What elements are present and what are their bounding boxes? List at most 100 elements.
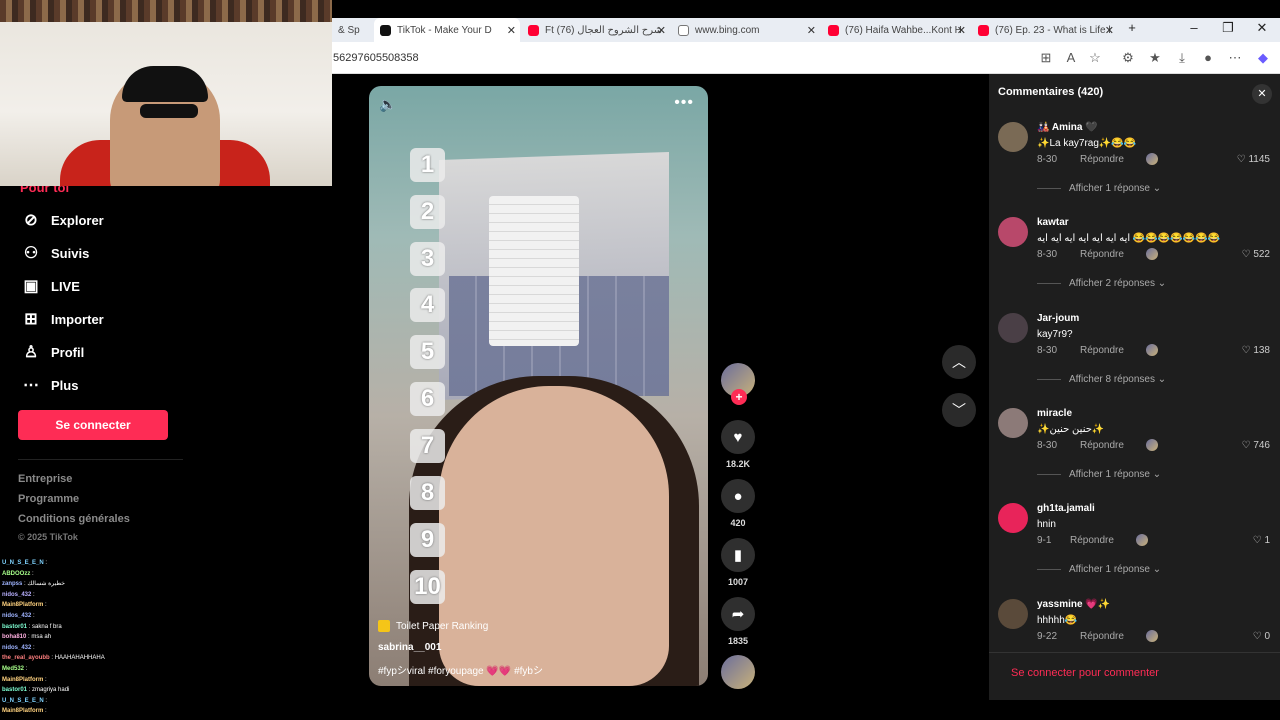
heart-outline-icon[interactable]: ♡ bbox=[1242, 440, 1254, 451]
previous-video-button[interactable]: ︿ bbox=[942, 345, 976, 379]
new-tab-icon[interactable]: + bbox=[1122, 20, 1142, 35]
favorite-star-icon[interactable]: ☆ bbox=[1087, 50, 1103, 66]
comment-avatar[interactable] bbox=[998, 313, 1028, 343]
browser-tab[interactable]: (76) Ep. 23 - What is Life l ✕ bbox=[972, 18, 1118, 42]
view-replies-button[interactable]: Afficher 8 réponses ⌄ bbox=[1037, 374, 1166, 385]
view-replies-button[interactable]: Afficher 1 réponse ⌄ bbox=[1037, 183, 1161, 194]
volume-icon[interactable]: 🔈 bbox=[379, 96, 396, 113]
browser-tab[interactable]: Ft شرح الشروح العجال (76) ✕ bbox=[522, 18, 670, 42]
close-tab-icon[interactable]: ✕ bbox=[807, 24, 816, 37]
next-video-button[interactable]: ﹀ bbox=[942, 393, 976, 427]
url-field[interactable]: 56297605508358 bbox=[333, 52, 419, 64]
comment-username[interactable]: kawtar bbox=[1037, 217, 1069, 228]
restore-icon[interactable]: ❐ bbox=[1218, 20, 1238, 36]
minimize-icon[interactable]: – bbox=[1184, 20, 1204, 35]
comment-username[interactable]: miracle bbox=[1037, 408, 1072, 419]
sidebar-item-explorer[interactable]: ⊘ Explorer bbox=[20, 210, 103, 230]
view-replies-button[interactable]: Afficher 2 réponses ⌄ bbox=[1037, 278, 1166, 289]
comment-like[interactable]: ♡ 522 bbox=[1242, 249, 1270, 260]
close-tab-icon[interactable]: ✕ bbox=[507, 24, 516, 37]
comment-avatar[interactable] bbox=[998, 599, 1028, 629]
heart-outline-icon[interactable]: ♡ bbox=[1242, 345, 1254, 356]
apps-icon[interactable]: ⊞ bbox=[1038, 50, 1054, 66]
view-replies-button[interactable]: Afficher 1 réponse ⌄ bbox=[1037, 469, 1161, 480]
download-icon[interactable]: ⤓ bbox=[1174, 50, 1190, 66]
read-aloud-icon[interactable]: A bbox=[1063, 50, 1079, 65]
browser-tab[interactable]: & Sp bbox=[332, 18, 374, 42]
footer-link-conditions[interactable]: Conditions générales bbox=[18, 513, 130, 525]
chat-line: Med532 : bbox=[2, 664, 132, 675]
video-effect-tag[interactable]: Toilet Paper Ranking bbox=[378, 620, 488, 632]
comment-like[interactable]: ♡ 1 bbox=[1253, 535, 1270, 546]
comment-like[interactable]: ♡ 746 bbox=[1242, 440, 1270, 451]
close-tab-icon[interactable]: ✕ bbox=[957, 24, 966, 37]
login-to-comment-link[interactable]: Se connecter pour commenter bbox=[1011, 667, 1159, 679]
copilot-icon[interactable]: ◆ bbox=[1255, 50, 1271, 66]
favorites-icon[interactable]: ★ bbox=[1147, 50, 1163, 66]
reply-button[interactable]: Répondre bbox=[1080, 440, 1124, 451]
chat-username: Main8Platform bbox=[2, 676, 44, 683]
sound-disc[interactable] bbox=[721, 655, 755, 689]
close-window-icon[interactable]: ✕ bbox=[1252, 20, 1272, 36]
comment-avatar[interactable] bbox=[998, 503, 1028, 533]
heart-outline-icon[interactable]: ♡ bbox=[1253, 631, 1265, 642]
extensions-icon[interactable]: ⚙ bbox=[1120, 50, 1136, 66]
view-replies-button[interactable]: Afficher 1 réponse ⌄ bbox=[1037, 564, 1161, 575]
video-player[interactable]: 1 2 3 4 5 6 7 8 9 10 🔈 ••• Toilet Paper Ranking s… bbox=[369, 86, 708, 686]
sidebar-item-profil[interactable]: ♙ Profil bbox=[20, 342, 84, 362]
close-icon[interactable]: ✕ bbox=[1252, 84, 1272, 104]
sidebar-item-importer[interactable]: ⊞ Importer bbox=[20, 309, 103, 329]
chat-username: nidos_432 bbox=[2, 591, 32, 598]
comment-like[interactable]: ♡ 1145 bbox=[1237, 154, 1270, 165]
save-action[interactable]: ▮ 1007 bbox=[721, 538, 755, 587]
login-button[interactable]: Se connecter bbox=[18, 410, 168, 440]
heart-outline-icon[interactable]: ♡ bbox=[1242, 249, 1254, 260]
more-options-icon[interactable]: ••• bbox=[674, 94, 694, 112]
like-action[interactable]: ♥ 18.2K bbox=[721, 420, 755, 469]
author-avatar-wrap[interactable]: + bbox=[721, 363, 755, 405]
comment-avatar[interactable] bbox=[998, 217, 1028, 247]
reply-button[interactable]: Répondre bbox=[1080, 154, 1124, 165]
footer-link-entreprise[interactable]: Entreprise bbox=[18, 473, 72, 485]
chat-message: sakna f bra bbox=[32, 623, 62, 630]
heart-outline-icon[interactable]: ♡ bbox=[1253, 535, 1265, 546]
comment-username[interactable]: 🎎 Amina 🖤 bbox=[1037, 122, 1098, 133]
heart-outline-icon[interactable]: ♡ bbox=[1237, 154, 1249, 165]
music-disc-icon[interactable] bbox=[721, 655, 755, 689]
bookmark-icon[interactable]: ▮ bbox=[721, 538, 755, 572]
browser-tab-tiktok[interactable]: TikTok - Make Your D ✕ bbox=[374, 18, 520, 42]
comment-username[interactable]: Jar-joum bbox=[1037, 313, 1079, 324]
comment-like[interactable]: ♡ 0 bbox=[1253, 631, 1270, 642]
profile-avatar-icon[interactable]: ● bbox=[1200, 50, 1216, 65]
sidebar-item-live[interactable]: ▣ LIVE bbox=[20, 276, 79, 296]
sidebar-item-plus[interactable]: ⋯ Plus bbox=[20, 375, 78, 395]
comment-like[interactable]: ♡ 138 bbox=[1242, 345, 1270, 356]
comment-icon[interactable]: ● bbox=[721, 479, 755, 513]
chat-line: U_N_S_E_E_N : bbox=[2, 558, 132, 569]
browser-tab[interactable]: (76) Haifa Wahbe...Kont H ✕ bbox=[822, 18, 970, 42]
chat-line: the_real_ayoubb : HAAHAHAHHAHA bbox=[2, 653, 132, 664]
chat-message: zmagriya hadi bbox=[32, 687, 70, 694]
reply-button[interactable]: Répondre bbox=[1080, 345, 1124, 356]
share-icon[interactable]: ➦ bbox=[721, 597, 755, 631]
share-action[interactable]: ➦ 1835 bbox=[721, 597, 755, 646]
footer-link-programme[interactable]: Programme bbox=[18, 493, 79, 505]
comment-username[interactable]: yassmine 💗✨ bbox=[1037, 599, 1110, 610]
video-hashtags[interactable]: #fypシviral #foryoupage 💗💗 #fybシ bbox=[378, 662, 543, 677]
comment-username[interactable]: gh1ta.jamali bbox=[1037, 503, 1095, 514]
heart-icon[interactable]: ♥ bbox=[721, 420, 755, 454]
comment-avatar[interactable] bbox=[998, 122, 1028, 152]
follow-plus-icon[interactable]: + bbox=[731, 389, 747, 405]
sidebar-item-suivis[interactable]: ⚇ Suivis bbox=[20, 243, 89, 263]
reply-button[interactable]: Répondre bbox=[1070, 535, 1114, 546]
comment-action[interactable]: ● 420 bbox=[721, 479, 755, 528]
browser-tab[interactable]: www.bing.com ✕ bbox=[672, 18, 820, 42]
comment-count: 420 bbox=[730, 518, 746, 528]
close-tab-icon[interactable]: ✕ bbox=[657, 24, 666, 37]
close-tab-icon[interactable]: ✕ bbox=[1105, 24, 1114, 37]
menu-icon[interactable]: ⋯ bbox=[1227, 50, 1243, 66]
reply-button[interactable]: Répondre bbox=[1080, 249, 1124, 260]
comment-avatar[interactable] bbox=[998, 408, 1028, 438]
reply-button[interactable]: Répondre bbox=[1080, 631, 1124, 642]
video-author[interactable]: sabrina__001 bbox=[378, 642, 441, 653]
